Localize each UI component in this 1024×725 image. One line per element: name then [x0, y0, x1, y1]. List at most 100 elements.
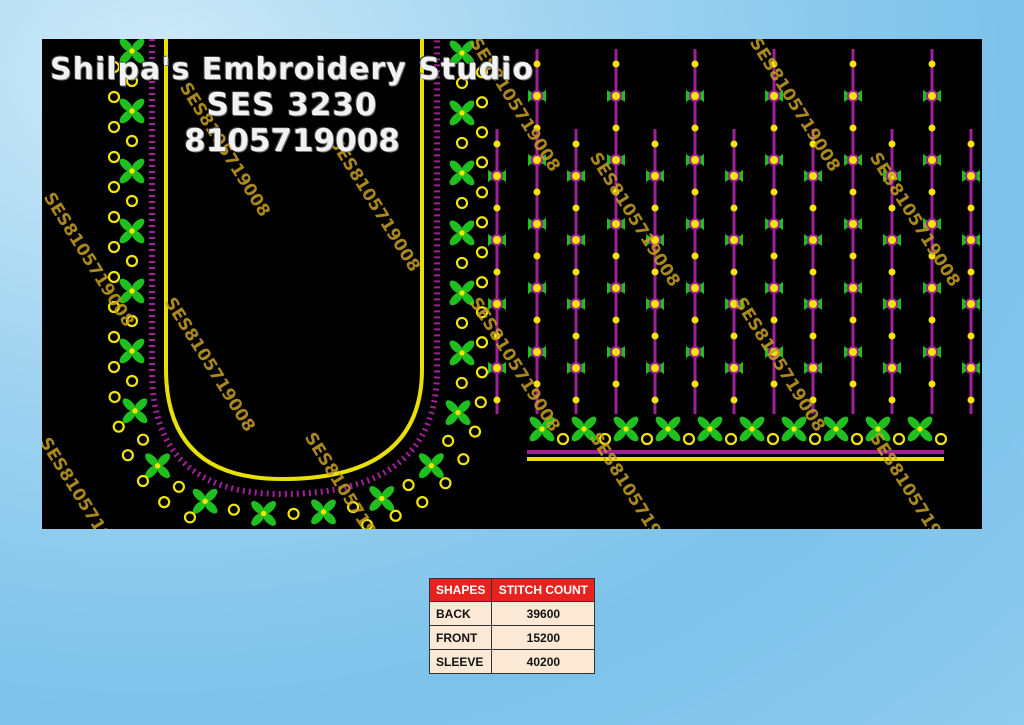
bead-ring	[556, 432, 570, 446]
bead	[572, 204, 580, 212]
bead	[770, 316, 778, 324]
bead	[965, 298, 977, 310]
bead-ring	[172, 480, 185, 493]
bead-ring	[107, 210, 121, 224]
bead	[849, 252, 857, 260]
bead-ring	[892, 432, 906, 446]
bead	[689, 346, 701, 358]
bead	[570, 298, 582, 310]
embroidery-design-canvas: SES8105719008 SES8105719008 SES810571900…	[42, 39, 982, 529]
bead	[707, 426, 713, 432]
bead-ring	[439, 477, 452, 490]
bead	[132, 408, 138, 414]
bead	[928, 60, 936, 68]
bead	[610, 218, 622, 230]
bead	[888, 332, 896, 340]
phone-number: 8105719008	[184, 123, 400, 160]
bead-ring	[682, 432, 696, 446]
bead	[967, 396, 975, 404]
bead	[533, 188, 541, 196]
bead-ring	[183, 511, 197, 524]
bead	[770, 252, 778, 260]
bead-ring	[475, 276, 489, 289]
bead	[129, 288, 135, 294]
bead	[129, 228, 135, 234]
bead	[491, 362, 503, 374]
bead	[572, 332, 580, 340]
bead-ring	[108, 390, 121, 404]
bead	[888, 396, 896, 404]
bead-ring	[475, 156, 489, 169]
bead	[493, 204, 501, 212]
bead	[847, 346, 859, 358]
bead-ring	[158, 496, 171, 509]
bead-ring	[455, 316, 469, 330]
bead	[531, 346, 543, 358]
bead	[459, 350, 465, 356]
bead	[570, 234, 582, 246]
bead-ring	[640, 432, 654, 446]
bead	[965, 170, 977, 182]
bead	[493, 396, 501, 404]
stitch-count-table: SHAPES STITCH COUNT BACK 39600 FRONT 152…	[428, 578, 596, 674]
bead	[770, 380, 778, 388]
bead	[610, 90, 622, 102]
bead	[651, 140, 659, 148]
table-row: FRONT 15200	[428, 625, 596, 650]
bead	[926, 154, 938, 166]
bead-ring	[724, 432, 738, 446]
bead	[928, 380, 936, 388]
bead	[379, 495, 385, 502]
bead	[129, 168, 135, 174]
bead	[886, 298, 898, 310]
bead	[730, 396, 738, 404]
bead	[572, 396, 580, 404]
bead	[610, 346, 622, 358]
bead	[965, 362, 977, 374]
bead	[730, 204, 738, 212]
bead	[728, 234, 740, 246]
studio-name: Shilpa's Embroidery Studio	[50, 52, 534, 87]
bead	[689, 154, 701, 166]
bead	[730, 140, 738, 148]
bead	[809, 332, 817, 340]
title-block: Shilpa's Embroidery Studio SES 3230 8105…	[42, 53, 542, 158]
bead	[129, 348, 135, 354]
bead	[533, 252, 541, 260]
bead	[809, 268, 817, 276]
bead	[833, 426, 839, 432]
bead	[965, 234, 977, 246]
bead	[531, 282, 543, 294]
shape-cell: FRONT	[428, 625, 493, 650]
bead	[847, 218, 859, 230]
bead	[491, 298, 503, 310]
bead	[967, 268, 975, 276]
table-row: SLEEVE 40200	[428, 649, 596, 674]
bead-ring	[121, 449, 134, 462]
bead	[610, 154, 622, 166]
bead-ring	[475, 246, 489, 259]
bead	[612, 60, 620, 68]
bead	[926, 346, 938, 358]
bead	[491, 234, 503, 246]
bead	[533, 316, 541, 324]
bead-ring	[402, 478, 415, 492]
bead	[849, 316, 857, 324]
bead	[491, 170, 503, 182]
header-stitch-count: STITCH COUNT	[491, 578, 596, 602]
header-shapes: SHAPES	[428, 578, 493, 602]
bead-ring	[457, 453, 470, 466]
bead-ring	[227, 503, 240, 516]
bead	[768, 218, 780, 230]
bead-ring	[934, 432, 948, 446]
bead	[154, 463, 161, 469]
count-cell: 15200	[491, 625, 596, 650]
bead	[847, 282, 859, 294]
bead	[849, 60, 857, 68]
bead-ring	[136, 474, 150, 488]
bead	[459, 230, 465, 236]
bead	[531, 218, 543, 230]
bead-ring	[850, 432, 864, 446]
bead	[689, 90, 701, 102]
bead	[928, 124, 936, 132]
